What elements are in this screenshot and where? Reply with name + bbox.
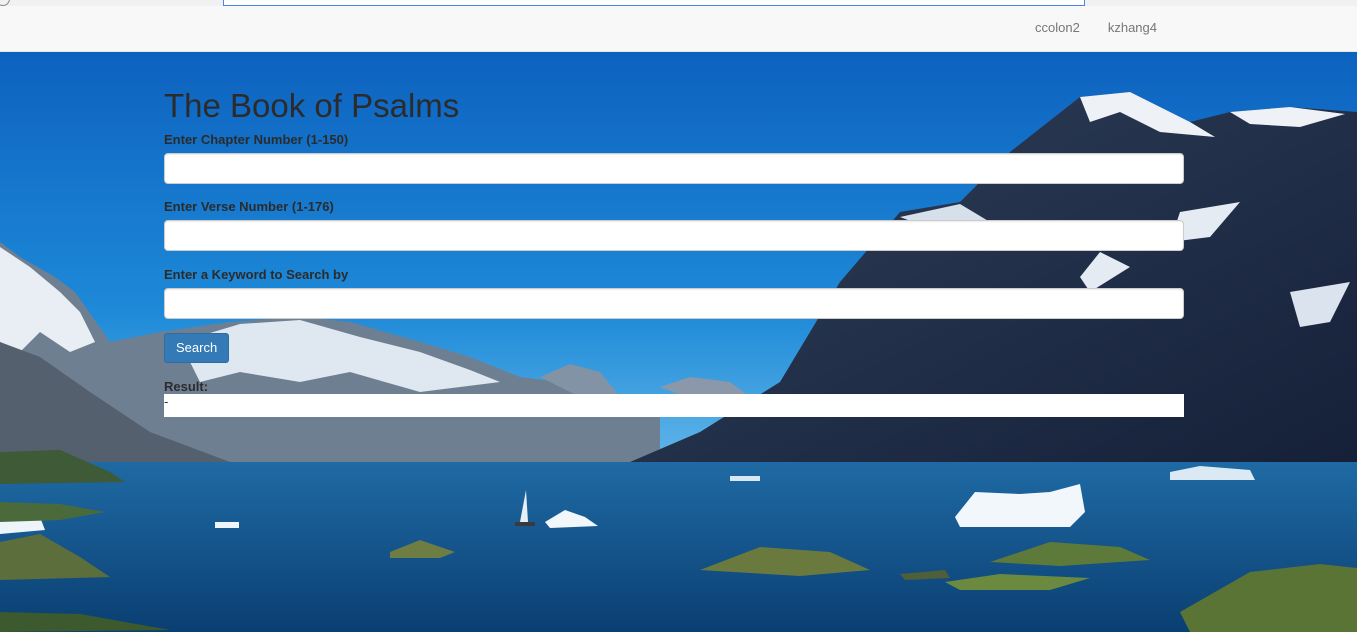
nav-link-ccolon2[interactable]: ccolon2 bbox=[1021, 6, 1094, 52]
keyword-input[interactable] bbox=[164, 288, 1184, 319]
navbar: ccolon2 kzhang4 bbox=[0, 6, 1357, 52]
chapter-label: Enter Chapter Number (1-150) bbox=[164, 132, 349, 147]
nav-link-kzhang4[interactable]: kzhang4 bbox=[1094, 6, 1171, 52]
keyword-label: Enter a Keyword to Search by bbox=[164, 267, 349, 282]
nav-links: ccolon2 kzhang4 bbox=[1021, 6, 1171, 52]
search-button[interactable]: Search bbox=[164, 333, 230, 363]
chapter-input[interactable] bbox=[164, 153, 1184, 184]
page-title: The Book of Psalms bbox=[164, 87, 460, 124]
result-output: - bbox=[164, 394, 1184, 417]
verse-label: Enter Verse Number (1-176) bbox=[164, 199, 334, 214]
result-label: Result: bbox=[164, 379, 209, 394]
verse-input[interactable] bbox=[164, 220, 1184, 251]
psalm-search-form: The Book of Psalms Enter Chapter Number … bbox=[164, 52, 1184, 417]
